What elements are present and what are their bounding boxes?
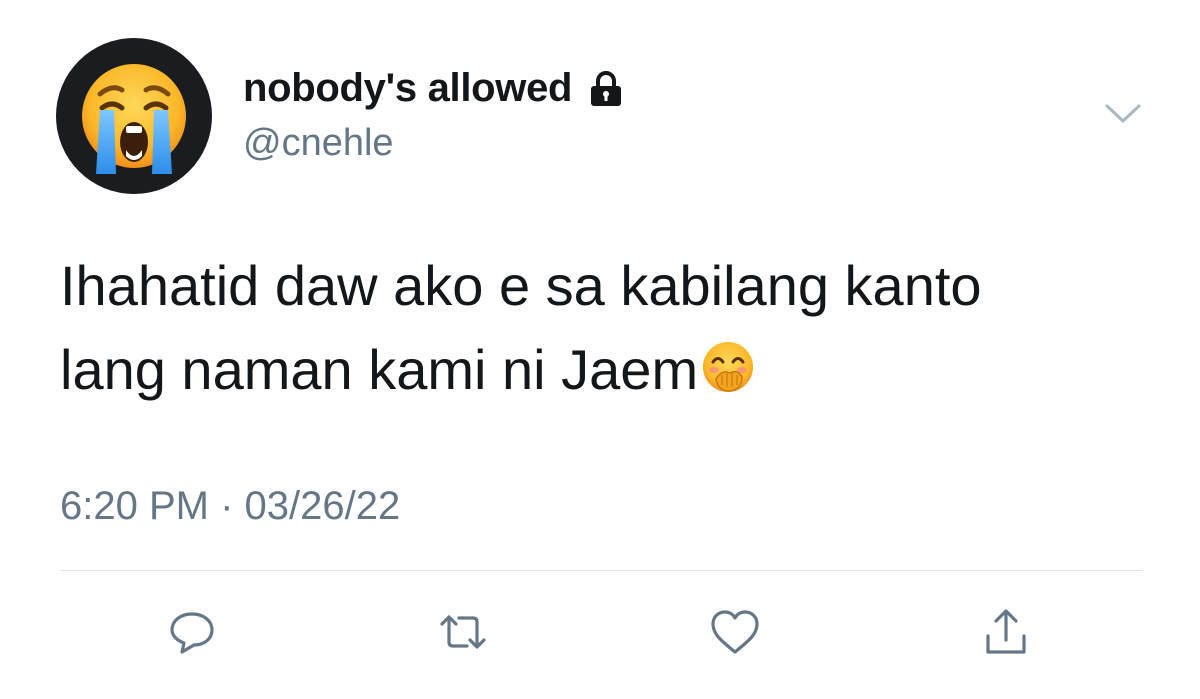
retweet-icon (440, 615, 486, 649)
tweet-text-line-2-text: lang naman kami ni Jaem (60, 338, 699, 401)
chevron-down-icon[interactable] (1104, 102, 1142, 126)
display-name-text: nobody's allowed (243, 66, 573, 110)
tweet-text: Ihahatid daw ako e sa kabilang kanto lan… (60, 244, 1150, 412)
face-with-hand-over-mouth-emoji (703, 342, 754, 392)
tweet-timestamp[interactable]: 6:20 PM · 03/26/22 (60, 484, 400, 529)
display-name[interactable]: nobody's allowed (243, 66, 626, 111)
share-button[interactable] (978, 604, 1034, 660)
like-button[interactable] (707, 604, 763, 660)
user-handle[interactable]: @cnehle (243, 122, 394, 165)
divider (60, 570, 1142, 571)
avatar[interactable] (56, 38, 212, 194)
tweet-text-line-1: Ihahatid daw ako e sa kabilang kanto (60, 254, 982, 317)
reply-icon (170, 612, 214, 654)
heart-icon (711, 610, 759, 654)
reply-button[interactable] (164, 604, 220, 660)
retweet-button[interactable] (435, 604, 491, 660)
lock-icon (591, 70, 622, 106)
loudly-crying-face-emoji (82, 64, 186, 174)
tweet-text-line-2: lang naman kami ni Jaem (60, 328, 1150, 412)
tweet-card: nobody's allowed @cnehle Ihahatid daw ak… (0, 0, 1200, 699)
share-icon (986, 609, 1026, 654)
